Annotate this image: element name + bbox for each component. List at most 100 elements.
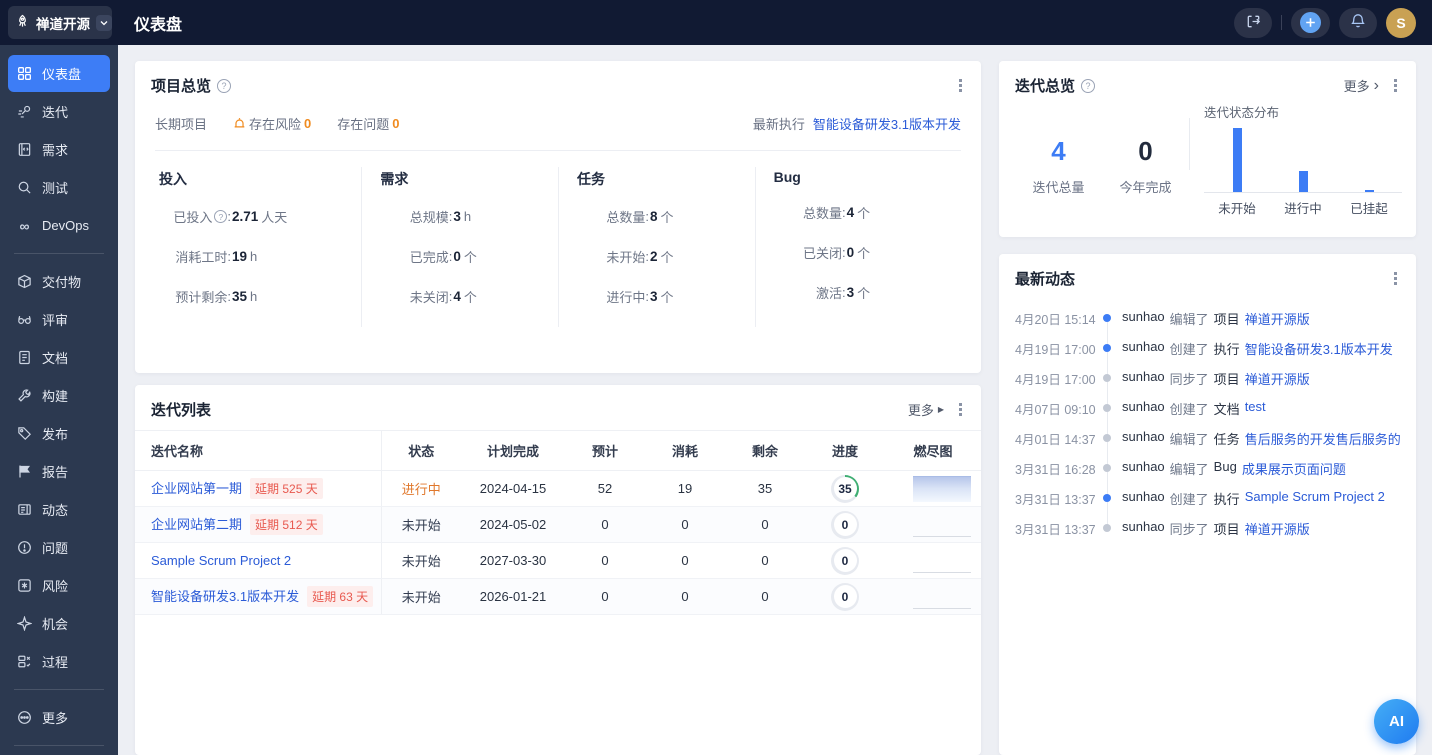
sidebar-item-dashboard[interactable]: 仪表盘 — [8, 55, 110, 92]
ai-assistant-button[interactable]: AI — [1374, 699, 1419, 744]
column-header-estimate[interactable]: 预计 — [565, 431, 645, 471]
activity-object-type: 执行 — [1214, 339, 1240, 358]
activity-time: 3月31日 13:37 — [1015, 519, 1099, 538]
sidebar-item-opportunity[interactable]: 机会 — [8, 605, 110, 642]
iteration-name-link[interactable]: 企业网站第一期 — [151, 481, 242, 496]
delay-badge: 延期 512 天 — [250, 514, 323, 535]
iteration-list-title: 迭代列表 — [151, 399, 211, 420]
stat-row: 未开始?: 2 个 — [577, 247, 755, 266]
stat-caption: 今年完成 — [1102, 177, 1189, 196]
sidebar-item-story[interactable]: 需求 — [8, 131, 110, 168]
column-header-planned[interactable]: 计划完成 — [461, 431, 565, 471]
sidebar-item-label: 问题 — [42, 538, 68, 557]
sidebar-item-label: DevOps — [42, 218, 89, 233]
doc-file-icon — [16, 349, 33, 366]
activity-target-link[interactable]: Sample Scrum Project 2 — [1245, 489, 1385, 508]
kebab-menu-icon[interactable] — [956, 76, 965, 95]
column-header-progress[interactable]: 进度 — [805, 431, 885, 471]
activity-item: 3月31日 16:28 sunhao 编辑了 Bug 成果展示页面问题 — [1015, 453, 1402, 483]
left-value: 35 — [725, 471, 805, 507]
stat-unit: 个 — [661, 207, 674, 226]
column-header-name[interactable]: 迭代名称 — [135, 431, 381, 471]
stat-column: 需求 总规模?: 3 h 已完成?: 0 — [361, 167, 558, 327]
latest-exec-link[interactable]: 智能设备研发3.1版本开发 — [813, 114, 961, 133]
iteration-overview-more-link[interactable]: 更多› — [1344, 76, 1379, 95]
activity-target-link[interactable]: 智能设备研发3.1版本开发 — [1245, 339, 1393, 358]
iteration-name-link[interactable]: 企业网站第二期 — [151, 517, 242, 532]
activity-target-link[interactable]: 禅道开源版 — [1245, 369, 1310, 388]
sidebar-item-doc[interactable]: 文档 — [8, 339, 110, 376]
latest-exec-label: 最新执行 — [753, 114, 805, 133]
delay-badge: 延期 525 天 — [250, 478, 323, 499]
stat-unit: 个 — [857, 283, 870, 302]
screen-mode-button[interactable] — [1234, 8, 1272, 38]
status-badge: 进行中 — [402, 482, 441, 497]
risk-count: 0 — [304, 116, 311, 131]
sidebar-item-build[interactable]: 构建 — [8, 377, 110, 414]
sidebar-item-report[interactable]: 报告 — [8, 453, 110, 490]
column-header-consumed[interactable]: 消耗 — [645, 431, 725, 471]
sidebar-item-more[interactable]: 更多 — [8, 699, 110, 736]
activity-action: 同步了 — [1170, 369, 1209, 388]
sidebar-item-review[interactable]: 评审 — [8, 301, 110, 338]
product-switcher[interactable]: 禅道开源 — [8, 6, 112, 39]
sidebar-divider — [14, 253, 104, 254]
sidebar-item-sprint[interactable]: 迭代 — [8, 93, 110, 130]
create-button[interactable] — [1291, 8, 1330, 38]
column-header-left[interactable]: 剩余 — [725, 431, 805, 471]
chart-bar — [1233, 128, 1242, 192]
activity-target-link[interactable]: 禅道开源版 — [1245, 519, 1310, 538]
bell-icon — [1350, 13, 1366, 32]
topbar-actions: S — [1234, 8, 1416, 38]
kebab-menu-icon[interactable] — [1391, 269, 1400, 288]
kebab-menu-icon[interactable] — [956, 400, 965, 419]
activity-target-link[interactable]: 成果展示页面问题 — [1242, 459, 1346, 478]
stat-value: 0 — [453, 249, 461, 264]
sidebar-item-label: 交付物 — [42, 272, 81, 291]
process-list-icon — [16, 653, 33, 670]
iteration-overview-title: 迭代总览 — [1015, 75, 1075, 96]
stat-value: 3 — [453, 209, 461, 224]
activity-target-link[interactable]: 禅道开源版 — [1245, 309, 1310, 328]
stat-value: 3 — [650, 289, 658, 304]
stat-unit: 个 — [857, 243, 870, 262]
sidebar-item-risk[interactable]: 风险 — [8, 567, 110, 604]
stat-row: 预计剩余?: 35 h — [159, 287, 361, 306]
activity-time: 4月01日 14:37 — [1015, 429, 1099, 448]
iteration-name-link[interactable]: Sample Scrum Project 2 — [151, 553, 291, 568]
sidebar-item-process[interactable]: 过程 — [8, 643, 110, 680]
activity-target-link[interactable]: 售后服务的开发售后服务的 — [1245, 429, 1401, 448]
activity-action: 创建了 — [1170, 399, 1209, 418]
sidebar-item-release[interactable]: 发布 — [8, 415, 110, 452]
column-header-status[interactable]: 状态 — [381, 431, 461, 471]
stat-block: 4 迭代总量 — [1015, 136, 1102, 196]
timeline-dot — [1103, 524, 1111, 532]
activity-target-link[interactable]: test — [1245, 399, 1266, 418]
stat-number: 4 — [1015, 136, 1102, 167]
planned-date: 2024-05-02 — [461, 507, 565, 543]
column-header-burndown[interactable]: 燃尽图 — [885, 431, 981, 471]
page-title: 仪表盘 — [134, 11, 182, 35]
sidebar-item-deliverable[interactable]: 交付物 — [8, 263, 110, 300]
avatar[interactable]: S — [1386, 8, 1416, 38]
sidebar-item-devops[interactable]: ∞ DevOps — [8, 207, 110, 244]
issue-alert-icon — [16, 539, 33, 556]
sidebar-item-label: 构建 — [42, 386, 68, 405]
sidebar-item-label: 仪表盘 — [42, 64, 81, 83]
timeline-dot — [1103, 344, 1111, 352]
consumed-value: 0 — [645, 579, 725, 615]
stat-row: 已关闭?: 0 个 — [774, 243, 961, 262]
sidebar-item-label: 发布 — [42, 424, 68, 443]
chart-bars — [1204, 125, 1402, 193]
sidebar-item-issue[interactable]: 问题 — [8, 529, 110, 566]
sidebar-item-label: 测试 — [42, 178, 68, 197]
activity-object-type: 文档 — [1214, 399, 1240, 418]
notifications-button[interactable] — [1339, 8, 1377, 38]
sidebar-item-test[interactable]: 测试 — [8, 169, 110, 206]
sidebar-item-dynamic[interactable]: 动态 — [8, 491, 110, 528]
iteration-list-more-link[interactable]: 更多▶ — [908, 400, 944, 419]
kebab-menu-icon[interactable] — [1391, 76, 1400, 95]
table-row: 企业网站第二期延期 512 天 未开始 2024-05-02 0 0 0 0 — [135, 507, 981, 543]
rocket-icon — [15, 14, 30, 32]
iteration-name-link[interactable]: 智能设备研发3.1版本开发 — [151, 589, 299, 604]
